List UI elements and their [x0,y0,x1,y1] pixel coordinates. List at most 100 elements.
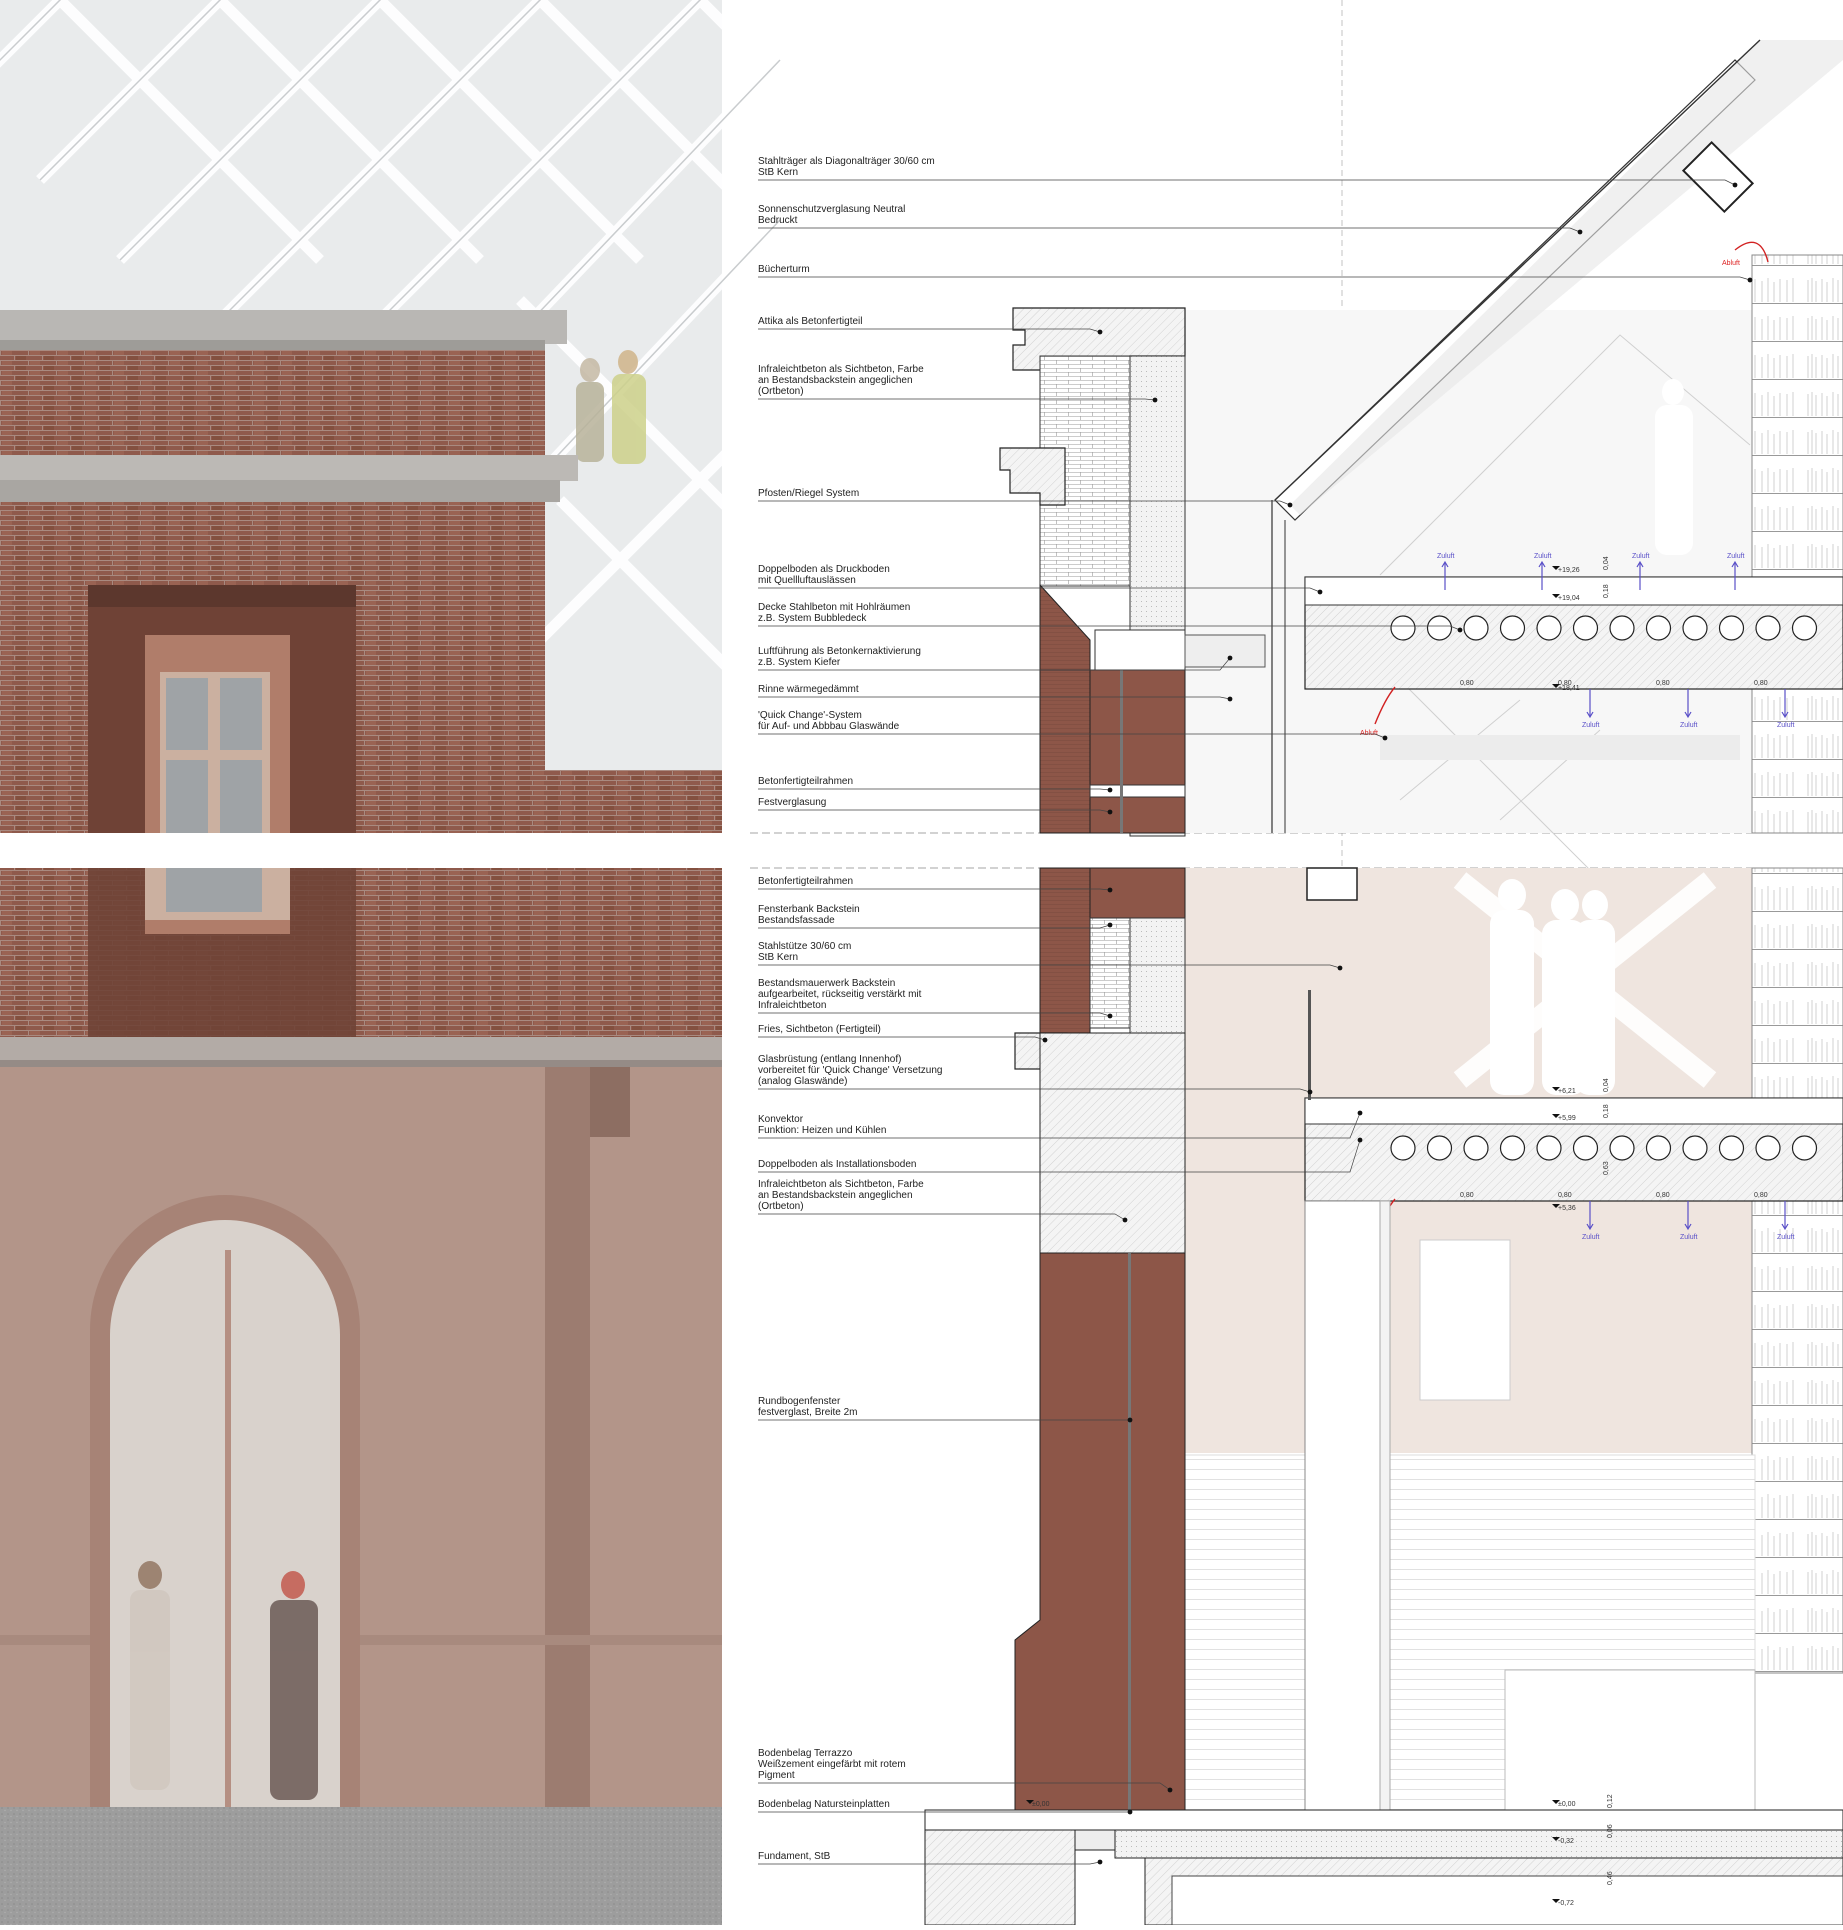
level-marker: ±0,00 [1558,1801,1576,1808]
void-circle [1755,1135,1781,1161]
annotation-upper-label-line: Pfosten/Riegel System [758,488,860,499]
leader-dot [1577,229,1583,235]
annotation-upper-label-line: z.B. System Kiefer [758,657,841,668]
annotation-lower-label-line: Glasbrüstung (entlang Innenhof) [758,1054,902,1065]
leader-dot [1107,787,1113,793]
annotation-lower-label: Bestandsmauerwerk Backstein aufgearbeitet… [758,978,921,1011]
annotation-lower-label-line: Bestandsfassade [758,915,835,926]
annotation-lower-label-line: Konvektor [758,1114,804,1125]
void-circle [1609,615,1635,641]
leader-dot [1097,329,1103,335]
annotation-lower-label-line: Fundament, StB [758,1851,831,1862]
leader-dot [1107,809,1113,815]
slab-dimension: 0,18 [1603,584,1610,598]
supply-air-label: Zuluft [1680,722,1698,729]
void-circle [1645,615,1672,641]
level-marker: -0,72 [1558,1900,1574,1907]
annotation-upper-label: Rinne wärmegedämmt [758,684,859,695]
annotation-upper-label-line: z.B. System Bubbledeck [758,613,867,624]
slab-dimension: 0,06 [1607,1824,1614,1838]
annotation-upper-label: 'Quick Change'-System für Auf- und Abbbau… [758,710,899,732]
annotation-lower-label: Fensterbank Backstein Bestandsfassade [758,904,860,926]
void-circle [1499,1135,1526,1161]
annotation-lower-label-line: Infraleichtbeton als Sichtbeton, Farbe [758,1179,924,1190]
annotation-lower-label-line: Bodenbelag Natursteinplatten [758,1799,890,1810]
leader-dot [1122,1217,1128,1223]
annotation-upper-label-line: Stahlträger als Diagonalträger 30/60 cm [758,156,935,167]
void-circle [1499,615,1526,641]
annotation-upper-label-line: Bedruckt [758,215,798,226]
level-marker: +19,26 [1558,567,1580,574]
annotation-lower-label: Stahlstütze 30/60 cm StB Kern [758,941,851,963]
annotation-upper-label-line: Sonnenschutzverglasung Neutral [758,204,906,215]
void-circle [1718,1135,1745,1161]
exhaust-air-label: Abluft [1360,730,1378,737]
leader-line [758,1036,1046,1041]
annotation-lower-label-line: Stahlstütze 30/60 cm [758,941,852,952]
leader-dot [1227,655,1233,661]
leader-dot [1227,696,1233,702]
annotation-upper-label-line: 'Quick Change'-System [758,710,862,721]
annotation-upper-label-line: Infraleichtbeton als Sichtbeton, Farbe [758,364,924,375]
annotation-upper-label-line: Doppelboden als Druckboden [758,564,890,575]
leader-dot [1747,277,1753,283]
void-circle [1390,1135,1416,1161]
leader-dot [1732,182,1738,188]
annotation-lower-label-line: Betonfertigteilrahmen [758,876,854,887]
annotation-lower-label-line: Infraleichtbeton [758,1000,827,1011]
supply-air-label: Zuluft [1727,553,1745,560]
annotation-lower-label: Fries, Sichtbeton (Fertigteil) [758,1024,881,1035]
slab-dimension: 0,04 [1603,556,1610,570]
annotation-upper-label: Bücherturm [758,264,810,275]
annotation-lower-label: Rundbogenfenster festverglast, Breite 2m [758,1396,857,1418]
annotation-lower-label: Konvektor Funktion: Heizen und Kühlen [758,1114,886,1136]
exhaust-air-label: Abluft [1722,260,1740,267]
annotation-upper-label: Festverglasung [758,797,826,808]
level-marker: +5,99 [1558,1115,1576,1122]
void-circle [1536,615,1562,641]
slab-dimension: 0,46 [1607,1871,1614,1885]
leader-line [758,227,1581,233]
annotation-lower-label-line: an Bestandsbackstein angeglichen [758,1190,913,1201]
annotation-upper-label: Infraleichtbeton als Sichtbeton, Farbe an… [758,364,924,397]
elevation-lower [0,868,722,1925]
void-circle [1791,1135,1818,1161]
leader-line [758,276,1751,281]
annotation-upper-label-line: an Bestandsbackstein angeglichen [758,375,913,386]
void-circle [1791,615,1818,641]
level-marker: ±0,00 [1032,1801,1050,1808]
annotation-lower-label-line: StB Kern [758,952,799,963]
annotation-upper-label-line: Luftführung als Betonkernaktivierung [758,646,921,657]
leader-dot [1107,1013,1113,1019]
void-circle [1645,1135,1672,1161]
annotation-upper-label: Decke Stahlbeton mit Hohlräumen z.B. Syst… [758,602,910,624]
annotation-lower-label-line: Fensterbank Backstein [758,904,860,915]
annotation-lower-label-line: festverglast, Breite 2m [758,1407,858,1418]
void-circle [1718,615,1745,641]
leader-dot [1287,502,1293,508]
void-circle [1609,1135,1635,1161]
level-marker: +19,04 [1558,595,1580,602]
annotation-lower-label: Fundament, StB [758,1851,830,1862]
annotation-upper-label: Betonfertigteilrahmen [758,776,853,787]
leader-dot [1357,1110,1363,1116]
leader-dot [1357,1137,1363,1143]
spacing-dimension: 0,80 [1460,1192,1474,1199]
elevation-upper [0,0,784,833]
annotation-lower-label: Infraleichtbeton als Sichtbeton, Farbe an… [758,1179,924,1212]
void-circle [1463,615,1489,641]
void-circle [1755,615,1781,641]
level-marker: +5,36 [1558,1205,1576,1212]
spacing-dimension: 0,80 [1656,1192,1670,1199]
void-circle [1682,1135,1708,1161]
annotation-lower-label-line: Rundbogenfenster [758,1396,841,1407]
annotation-lower-label-line: Pigment [758,1770,795,1781]
annotation-upper-label-line: Decke Stahlbeton mit Hohlräumen [758,602,911,613]
leader-dot [1107,922,1113,928]
leader-dot [1152,397,1158,403]
void-circle [1572,615,1599,641]
annotation-upper-label-line: mit Quellluftauslässen [758,575,856,586]
annotation-upper-label: Attika als Betonfertigteil [758,316,863,327]
annotation-lower-label-line: (analog Glaswände) [758,1076,848,1087]
annotation-upper-label-line: für Auf- und Abbbau Glaswände [758,721,900,732]
